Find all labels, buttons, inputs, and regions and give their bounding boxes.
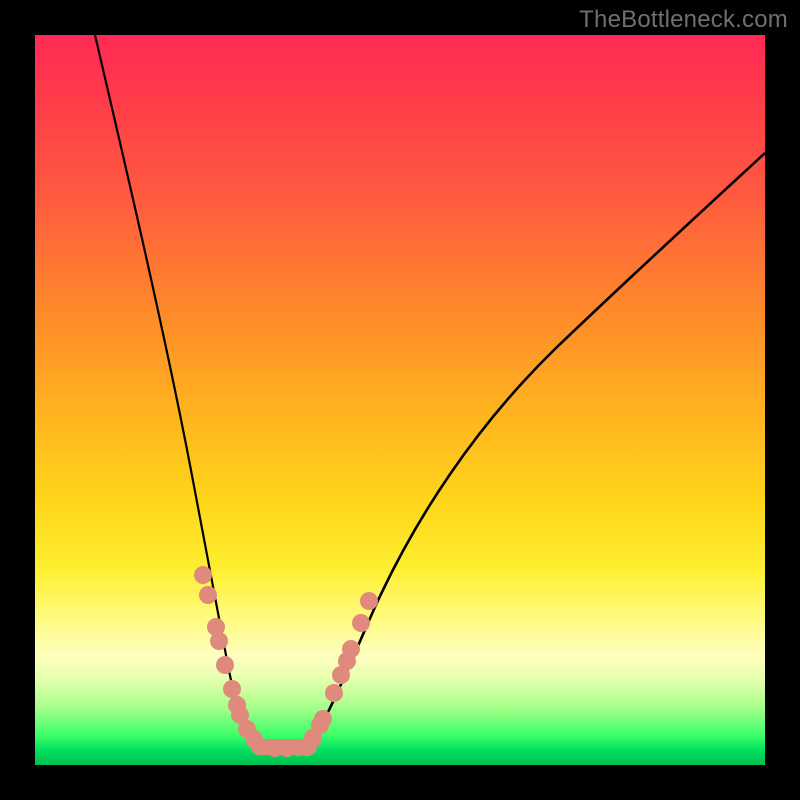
data-dot	[325, 684, 343, 702]
data-dot	[352, 614, 370, 632]
data-dot	[342, 640, 360, 658]
left-curve	[95, 35, 263, 747]
right-curve	[307, 153, 765, 747]
data-dot	[360, 592, 378, 610]
plot-area	[35, 35, 765, 765]
data-dot	[291, 740, 307, 756]
left-dots	[194, 566, 263, 748]
data-dot	[210, 632, 228, 650]
chart-frame: TheBottleneck.com	[0, 0, 800, 800]
data-dot	[223, 680, 241, 698]
data-dot	[194, 566, 212, 584]
data-dot	[199, 586, 217, 604]
data-dot	[314, 710, 332, 728]
right-dots	[298, 592, 378, 756]
chart-svg	[35, 35, 765, 765]
watermark-text: TheBottleneck.com	[579, 6, 788, 34]
data-dot	[216, 656, 234, 674]
